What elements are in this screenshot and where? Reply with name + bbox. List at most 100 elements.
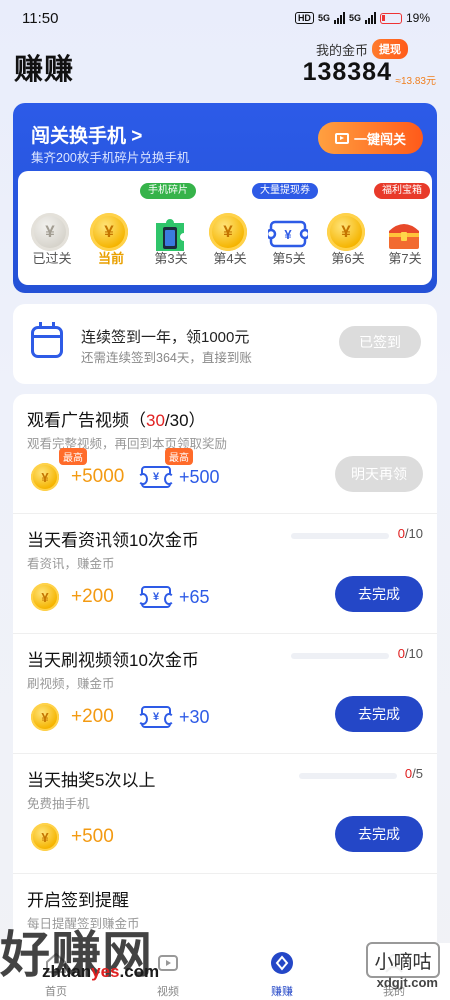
level-card-title[interactable]: 闯关换手机 > (31, 121, 142, 148)
level-challenge-card: 闯关换手机 > 集齐200枚手机碎片兑换手机 一键闯关 ¥ 已过关 ¥ 当前 手… (13, 103, 437, 293)
ticket-icon: ¥ (138, 706, 174, 728)
checkin-title: 连续签到一年，领1000元 (81, 329, 250, 346)
checkin-card: 连续签到一年，领1000元 还需连续签到364天，直接到账 已签到 (13, 304, 437, 384)
watermark-badge: 小嘀咕 (366, 942, 440, 978)
level-label: 第5关 (272, 251, 306, 266)
progress-bar (299, 773, 397, 779)
task-watch-ads: 观看广告视频（30/30） 观看完整视频，再回到本页领取奖励 最高 ¥ +500… (13, 394, 437, 514)
level-tag: 手机碎片 (140, 183, 196, 199)
level-label: 第3关 (154, 251, 188, 266)
ticket-reward: ¥ +65 (138, 582, 210, 612)
ticket-reward: 最高 ¥ +500 (138, 448, 220, 492)
calendar-icon (31, 322, 63, 358)
level-card-subtitle: 集齐200枚手机碎片兑换手机 (31, 151, 190, 165)
svg-text:¥: ¥ (284, 227, 292, 242)
go-complete-button[interactable]: 去完成 (335, 576, 423, 612)
network-label-2: 5G (348, 13, 361, 23)
ticket-reward-value: +30 (179, 706, 210, 727)
progress-text: 0/10 (397, 646, 423, 661)
withdraw-button[interactable]: 提现 (372, 39, 408, 59)
task-title: 当天抽奖5次以上 (27, 771, 156, 790)
level-item-3[interactable]: 手机碎片 第3关 (140, 171, 200, 285)
coin-icon: ¥ (327, 213, 367, 253)
go-complete-button[interactable]: 去完成 (335, 816, 423, 852)
level-item-current[interactable]: ¥ 当前 (82, 171, 140, 285)
task-read-news: 当天看资讯领10次金币 看资讯，赚金币 0/10 ¥ +200 ¥ +65 去完… (13, 514, 437, 634)
pass-button-label: 一键闯关 (353, 131, 406, 147)
task-title: 当天刷视频领10次金币 (27, 651, 199, 670)
signed-in-button[interactable]: 已签到 (339, 326, 421, 358)
task-title: 开启签到提醒 (27, 891, 129, 910)
ticket-icon: ¥ (138, 466, 174, 488)
level-item-4[interactable]: ¥ 第4关 (201, 171, 259, 285)
status-time: 11:50 (22, 9, 59, 27)
coin-icon: ¥ (31, 583, 59, 611)
coin-icon: ¥ (90, 213, 130, 253)
coin-reward-value: +200 (71, 706, 114, 727)
signal-icon (333, 12, 345, 24)
task-watch-videos: 当天刷视频领10次金币 刷视频，赚金币 0/10 ¥ +200 ¥ +30 去完… (13, 634, 437, 754)
level-tag: 大量提现券 (252, 183, 318, 199)
progress-bar (291, 653, 389, 659)
video-icon (158, 955, 178, 971)
coin-reward-value: +5000 (71, 466, 125, 487)
task-title: 当天看资讯领10次金币 (27, 531, 199, 550)
nav-label: 赚赚 (271, 986, 293, 998)
play-icon (334, 132, 349, 144)
coin-label: 我的金币 (315, 43, 368, 58)
task-list: 观看广告视频（30/30） 观看完整视频，再回到本页领取奖励 最高 ¥ +500… (13, 394, 437, 1000)
progress-bar (291, 533, 389, 539)
signal-icon-2 (364, 12, 376, 24)
battery-percent: 19% (405, 11, 430, 25)
coin-yuan-value: ≈13.83元 (395, 76, 436, 87)
watermark-url: zhuanyes.com (42, 962, 160, 981)
coin-icon: ¥ (209, 213, 249, 253)
watermark-badge-url: xdgjt.com (376, 975, 438, 990)
go-complete-button[interactable]: 去完成 (335, 696, 423, 732)
one-click-pass-button[interactable]: 一键闯关 (318, 122, 423, 154)
page-title: 赚赚 (14, 54, 75, 86)
earn-icon (271, 952, 293, 974)
checkin-subtitle: 还需连续签到364天，直接到账 (81, 351, 252, 365)
nav-item-earn[interactable]: 赚赚 (242, 943, 322, 1000)
level-label: 第6关 (331, 251, 365, 266)
task-lottery: 当天抽奖5次以上 免费抽手机 0/5 ¥ +500 去完成 (13, 754, 437, 874)
max-tag: 最高 (165, 448, 193, 465)
levels-track: ¥ 已过关 ¥ 当前 手机碎片 第3关 ¥ 第4关 大量提现券 ¥ 第5关 ¥ … (18, 171, 432, 285)
ticket-icon: ¥ (265, 213, 311, 253)
level-label: 第4关 (213, 251, 247, 266)
status-bar: 11:50 HD 5G 5G 19% (0, 0, 450, 36)
task-title: 观看广告视频（30/30） (27, 411, 206, 430)
battery-icon (379, 12, 402, 24)
coin-reward: ¥ +200 (31, 702, 114, 732)
ticket-reward-value: +500 (179, 466, 220, 487)
ticket-reward: ¥ +30 (138, 702, 210, 732)
level-label: 第7关 (388, 251, 422, 266)
ticket-icon: ¥ (138, 586, 174, 608)
progress-text: 0/5 (404, 766, 423, 781)
level-item-passed[interactable]: ¥ 已过关 (23, 171, 81, 285)
level-tag: 福利宝箱 (374, 183, 430, 199)
status-indicators: HD 5G 5G 19% (294, 11, 430, 25)
coin-reward-value: +200 (71, 586, 114, 607)
coin-icon: ¥ (31, 703, 59, 731)
ticket-reward-value: +65 (179, 586, 210, 607)
level-label: 当前 (97, 251, 124, 266)
coin-reward: 最高 ¥ +5000 (31, 448, 125, 492)
task-subtitle: 免费抽手机 (27, 797, 90, 811)
claim-tomorrow-button[interactable]: 明天再领 (335, 456, 423, 492)
phone-fragment-icon (150, 213, 190, 253)
coin-icon: ¥ (31, 823, 59, 851)
level-item-5[interactable]: 大量提现券 ¥ 第5关 (252, 171, 318, 285)
coin-reward-value: +500 (71, 826, 114, 847)
header: 赚赚 我的金币 提现 138384 ≈13.83元 (0, 36, 450, 92)
progress-text: 0/10 (397, 526, 423, 541)
task-subtitle: 刷视频，赚金币 (27, 677, 115, 691)
coin-grey-icon: ¥ (31, 213, 71, 253)
hd-icon: HD (294, 12, 314, 24)
coin-reward: ¥ +200 (31, 582, 114, 612)
level-item-6[interactable]: ¥ 第6关 (319, 171, 377, 285)
max-tag: 最高 (59, 448, 87, 465)
coin-reward: ¥ +500 (31, 822, 114, 852)
level-item-7[interactable]: 福利宝箱 第7关 (374, 171, 434, 285)
